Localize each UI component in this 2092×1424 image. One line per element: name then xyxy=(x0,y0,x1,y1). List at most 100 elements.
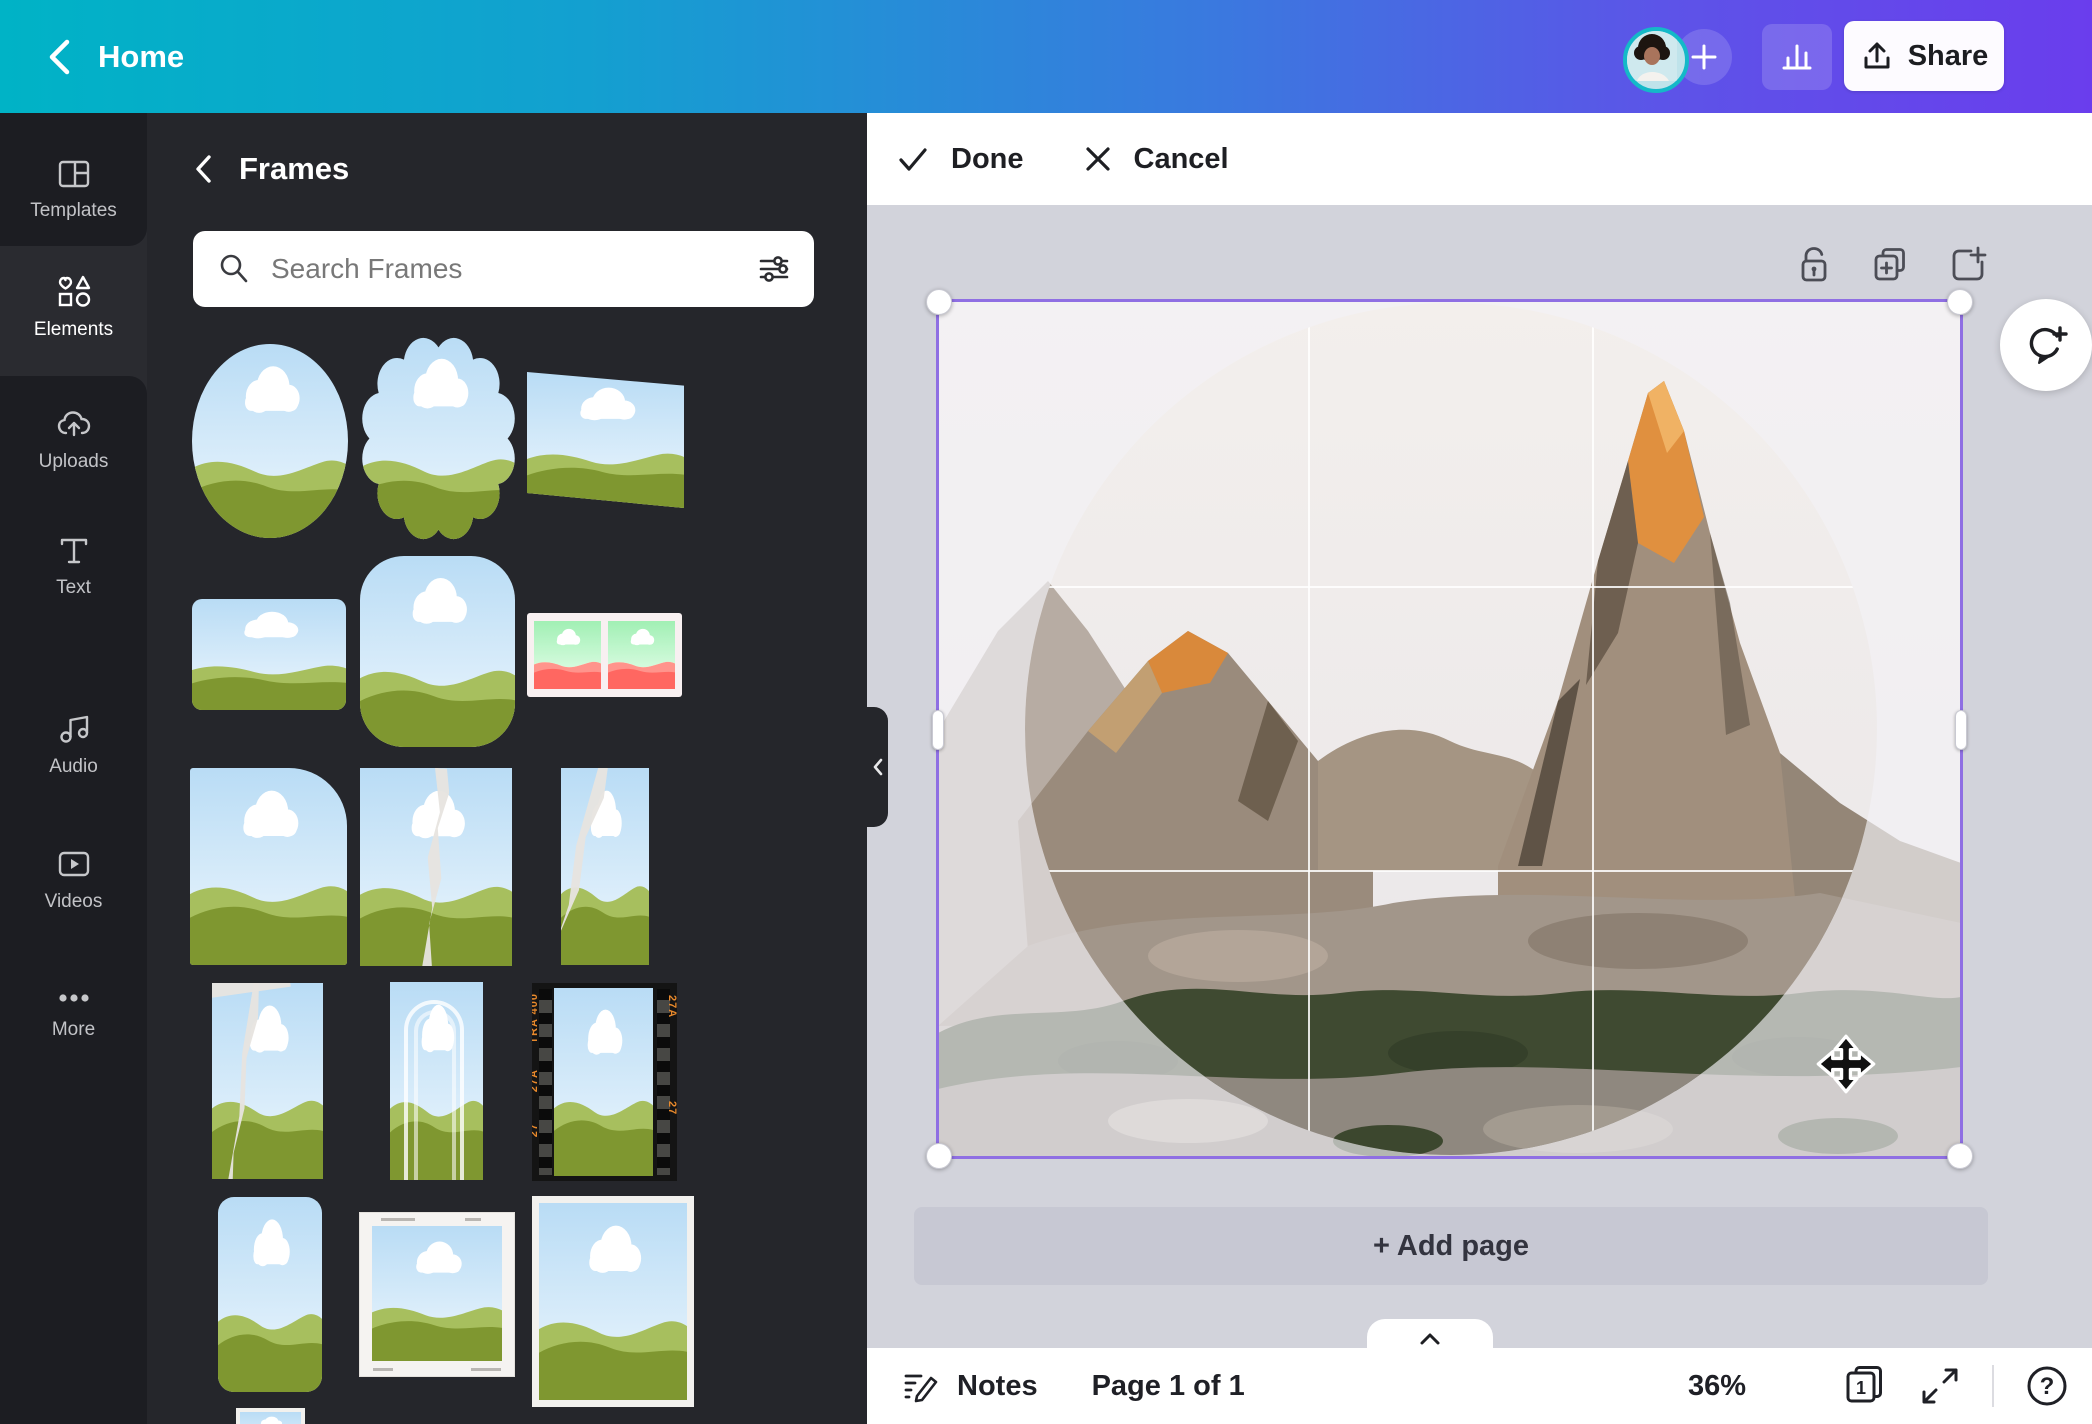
unlock-icon[interactable] xyxy=(1797,245,1831,285)
sidebar-rail: Templates Elements Uploads Text Audio Vi… xyxy=(0,113,147,1424)
sidebar-item-elements[interactable]: Elements xyxy=(0,271,147,341)
frame-thumb-plastic-sleeve[interactable] xyxy=(390,982,483,1180)
cancel-button[interactable]: Cancel xyxy=(1082,143,1229,176)
frame-thumb-torn-narrow[interactable] xyxy=(561,768,649,965)
templates-icon xyxy=(58,160,89,188)
share-button[interactable]: Share xyxy=(1844,21,2004,91)
film-label: 27 xyxy=(666,1101,677,1116)
film-label: 27A xyxy=(532,1069,540,1093)
search-input[interactable] xyxy=(269,252,756,286)
notes-label: Notes xyxy=(957,1369,1038,1402)
sidebar-item-templates[interactable]: Templates xyxy=(0,156,147,222)
bar-chart-icon xyxy=(1782,44,1812,70)
zoom-level[interactable]: 36% xyxy=(1688,1370,1746,1403)
sidebar-item-more[interactable]: More xyxy=(0,985,147,1041)
chevron-up-icon xyxy=(1420,1333,1440,1345)
resize-handle-se[interactable] xyxy=(1947,1143,1973,1169)
panel-title: Frames xyxy=(239,151,350,186)
collapse-chevron-icon xyxy=(873,758,882,776)
share-label: Share xyxy=(1907,39,1989,72)
canvas-area: + Add page xyxy=(867,205,2092,1349)
frame-thumb-scallop[interactable] xyxy=(360,335,517,542)
panel-back-icon[interactable] xyxy=(193,153,213,185)
sidebar-item-text[interactable]: Text xyxy=(0,533,147,599)
sidebar-item-label: Videos xyxy=(44,891,103,912)
toolbar-expand-tab[interactable] xyxy=(1367,1319,1493,1349)
text-icon xyxy=(60,538,87,564)
frame-thumb-round-corner[interactable] xyxy=(190,768,347,965)
expand-icon xyxy=(1922,1368,1958,1404)
circle-frame-crop[interactable] xyxy=(1025,303,1877,1155)
object-actions xyxy=(1797,245,1987,285)
fullscreen-button[interactable] xyxy=(1918,1364,1962,1408)
done-label: Done xyxy=(951,142,1024,175)
videos-icon xyxy=(58,851,89,877)
check-icon xyxy=(899,148,927,171)
mountain-photo xyxy=(1025,303,1877,1155)
sidebar-item-label: Templates xyxy=(30,200,117,221)
frame-thumb-torn-paper[interactable] xyxy=(212,983,323,1179)
film-label: TRA 400 xyxy=(532,993,540,1044)
add-comment-button[interactable] xyxy=(2000,299,2092,391)
frame-thumb-circle[interactable] xyxy=(192,344,348,538)
home-button[interactable]: Home xyxy=(46,37,184,77)
help-icon: ? xyxy=(2027,1366,2067,1406)
add-to-page-icon[interactable] xyxy=(1949,246,1987,284)
resize-handle-w[interactable] xyxy=(932,710,944,750)
frames-panel: Frames Search Frames TRA 400 27A 27 27A … xyxy=(147,113,867,1424)
uploads-cloud-icon xyxy=(57,411,90,437)
comment-plus-icon xyxy=(2029,326,2068,364)
sidebar-item-label: Elements xyxy=(33,319,114,340)
frame-thumb-partial[interactable] xyxy=(236,1408,305,1424)
pages-icon: 1 xyxy=(1846,1366,1882,1403)
audio-note-icon xyxy=(59,715,88,743)
sidebar-item-videos[interactable]: Videos xyxy=(0,845,147,913)
frame-thumb-landscape-rounded[interactable] xyxy=(192,599,346,710)
top-bar: Home Share xyxy=(0,0,2092,113)
help-button[interactable]: ? xyxy=(2024,1363,2070,1409)
statusbar-divider xyxy=(1992,1365,1994,1407)
resize-handle-nw[interactable] xyxy=(926,289,952,315)
frame-thumb-rounded-tall[interactable] xyxy=(218,1197,322,1392)
filter-icon[interactable] xyxy=(756,251,792,287)
frame-thumb-torn-center[interactable] xyxy=(360,768,512,966)
frame-thumb-skewed[interactable] xyxy=(527,372,684,508)
frame-thumb-slide-mount[interactable] xyxy=(359,1212,515,1377)
search-icon xyxy=(220,254,248,283)
avatar[interactable] xyxy=(1623,27,1689,93)
panel-header: Frames xyxy=(193,151,349,187)
sidebar-item-label: Audio xyxy=(49,756,98,777)
frame-thumb-blob[interactable] xyxy=(360,556,515,747)
grid-line-vertical xyxy=(1592,303,1594,1155)
search-box xyxy=(193,231,814,307)
sidebar-item-label: More xyxy=(51,1019,96,1040)
sidebar-item-label: Uploads xyxy=(38,451,109,472)
frame-thumb-film-strip[interactable]: TRA 400 27A 27 27A 27 xyxy=(532,983,677,1181)
duplicate-icon[interactable] xyxy=(1871,246,1909,284)
grid-line-horizontal xyxy=(1025,586,1877,588)
image-selection[interactable] xyxy=(926,289,1973,1169)
canva-editor: Home Share Templates Elements Uploads Te… xyxy=(0,0,2092,1424)
insights-button[interactable] xyxy=(1762,24,1832,90)
page-indicator: Page 1 of 1 xyxy=(1091,1369,1245,1402)
sidebar-item-uploads[interactable]: Uploads xyxy=(0,405,147,473)
close-icon xyxy=(1085,147,1110,171)
resize-handle-sw[interactable] xyxy=(926,1143,952,1169)
sidebar-item-audio[interactable]: Audio xyxy=(0,710,147,778)
frame-thumb-poster[interactable] xyxy=(532,1196,694,1407)
more-dots-icon xyxy=(58,994,89,1002)
elements-icon xyxy=(58,275,90,307)
add-page-button[interactable]: + Add page xyxy=(914,1207,1988,1285)
frame-thumb-contact-sheet[interactable] xyxy=(527,613,682,697)
back-chevron-icon xyxy=(49,39,70,74)
pages-view-button[interactable]: 1 xyxy=(1840,1362,1888,1410)
home-label: Home xyxy=(98,38,185,74)
panel-collapse-tab[interactable] xyxy=(867,707,888,827)
crop-toolbar: Done Cancel xyxy=(867,113,2092,205)
resize-handle-e[interactable] xyxy=(1955,710,1967,750)
resize-handle-ne[interactable] xyxy=(1947,289,1973,315)
notes-button[interactable]: Notes xyxy=(901,1366,1038,1406)
help-glyph: ? xyxy=(2040,1373,2055,1400)
cancel-label: Cancel xyxy=(1133,142,1229,175)
done-button[interactable]: Done xyxy=(895,141,1024,177)
